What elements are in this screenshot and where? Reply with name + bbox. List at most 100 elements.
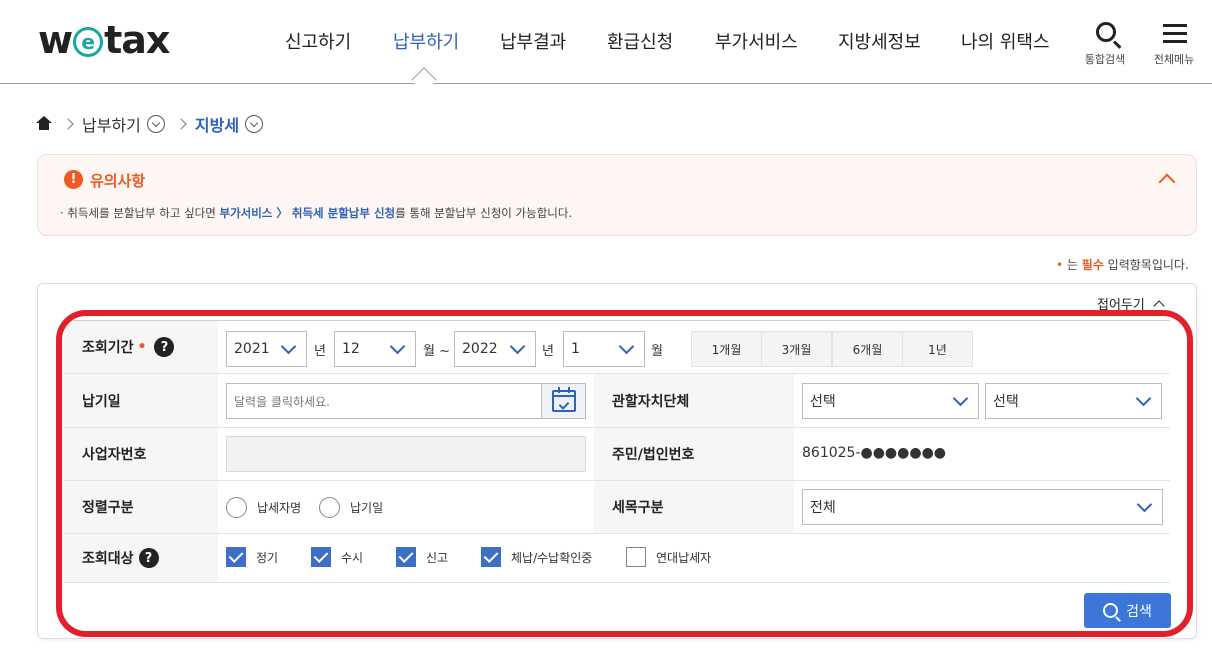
target-report-checkbox[interactable]: 신고 bbox=[396, 547, 448, 567]
breadcrumb-level1[interactable]: 납부하기 bbox=[82, 112, 141, 136]
sort-taxpayer-radio[interactable]: 납세자명 bbox=[226, 497, 301, 518]
pay-date-placeholder: 달력을 클릭하세요. bbox=[234, 394, 330, 409]
home-icon[interactable] bbox=[36, 116, 52, 132]
logo-suffix: tax bbox=[104, 18, 170, 62]
chevron-down-icon bbox=[389, 338, 406, 355]
resident-no-label-cell: 주민/법인번호 bbox=[594, 428, 794, 480]
chevron-up-icon[interactable] bbox=[1155, 167, 1179, 191]
target-arrears-checkbox[interactable]: 체납/수납확인중 bbox=[481, 547, 592, 567]
chevron-down-icon bbox=[280, 338, 297, 355]
search-icon bbox=[1096, 22, 1116, 42]
period-3-months-button[interactable]: 3개월 bbox=[761, 331, 832, 367]
notice-text-prefix: · 취득세를 분할납부 하고 싶다면 bbox=[60, 206, 220, 220]
chevron-up-icon bbox=[1153, 300, 1165, 312]
target-joint-taxpayer-checkbox[interactable]: 연대납세자 bbox=[626, 547, 711, 567]
wetax-logo[interactable]: w e tax bbox=[38, 18, 170, 62]
checkbox-unchecked bbox=[626, 547, 646, 567]
to-month-value: 1 bbox=[571, 341, 580, 357]
all-menu-label: 전체메뉴 bbox=[1153, 53, 1195, 66]
notice-title: 유의사항 bbox=[90, 172, 146, 190]
search-button[interactable]: 검색 bbox=[1084, 593, 1171, 628]
from-month-value: 12 bbox=[342, 341, 360, 357]
sort-due-date-radio[interactable]: 납기일 bbox=[319, 497, 383, 518]
checkbox-checked bbox=[311, 547, 331, 567]
chevron-down-icon bbox=[618, 338, 635, 355]
radio-circle bbox=[319, 497, 340, 518]
nav-item-local-tax-info[interactable]: 지방세정보 bbox=[838, 28, 921, 54]
sido-select[interactable]: 선택 bbox=[802, 383, 979, 419]
integrated-search-label: 통합검색 bbox=[1084, 53, 1126, 66]
pay-date-input[interactable]: 달력을 클릭하세요. bbox=[226, 383, 586, 419]
row-period: 조회기간 • ? 2021 년 12 월 ~ 2022 년 1 월 1개월 3개… bbox=[64, 321, 1170, 374]
site-header: w e tax 신고하기 납부하기 납부결과 환급신청 부가서비스 지방세정보 나의… bbox=[0, 0, 1212, 84]
from-month-select[interactable]: 12 bbox=[334, 331, 416, 367]
required-note-suffix: 입력항목입니다. bbox=[1103, 258, 1189, 272]
collapse-label: 접어두기 bbox=[1097, 298, 1145, 313]
sort-due-date-label: 납기일 bbox=[350, 501, 384, 515]
breadcrumb-level2-dropdown-icon[interactable] bbox=[245, 115, 264, 133]
chevron-right-icon bbox=[175, 118, 187, 130]
nav-item-my-wetax[interactable]: 나의 위택스 bbox=[961, 28, 1050, 54]
search-form-table: 조회기간 • ? 2021 년 12 월 ~ 2022 년 1 월 1개월 3개… bbox=[64, 320, 1170, 583]
all-menu-button[interactable]: 전체메뉴 bbox=[1144, 20, 1204, 70]
target-regular-checkbox[interactable]: 정기 bbox=[226, 547, 278, 567]
tax-item-label-cell: 세목구분 bbox=[594, 481, 794, 533]
help-icon[interactable]: ? bbox=[138, 548, 159, 568]
notice-text-suffix: 를 통해 분할납부 신청이 가능합니다. bbox=[395, 206, 573, 220]
to-year-select[interactable]: 2022 bbox=[454, 331, 536, 367]
sigungu-value: 선택 bbox=[993, 394, 1019, 410]
logo-e-mark: e bbox=[73, 27, 104, 57]
breadcrumb-current: 지방세 bbox=[194, 116, 240, 135]
sigungu-select[interactable]: 선택 bbox=[985, 383, 1162, 419]
integrated-search-button[interactable]: 통합검색 bbox=[1075, 20, 1135, 70]
nav-item-report[interactable]: 신고하기 bbox=[285, 28, 351, 54]
jurisdiction-label: 관할자치단체 bbox=[612, 393, 690, 410]
to-month-unit: 월 bbox=[651, 344, 663, 359]
period-6-months-button[interactable]: 6개월 bbox=[832, 331, 903, 367]
business-no-label: 사업자번호 bbox=[82, 447, 147, 463]
chevron-right-icon bbox=[62, 118, 74, 130]
target-arrears-label: 체납/수납확인중 bbox=[511, 550, 593, 565]
tax-item-label: 세목구분 bbox=[612, 500, 664, 516]
sort-label: 정렬구분 bbox=[82, 500, 134, 516]
logo-prefix: w bbox=[38, 18, 73, 62]
from-year-select[interactable]: 2021 bbox=[226, 331, 307, 367]
nav-item-refund[interactable]: 환급신청 bbox=[607, 28, 673, 54]
help-icon[interactable]: ? bbox=[154, 337, 175, 357]
chevron-down-icon bbox=[509, 338, 526, 355]
chevron-down-icon bbox=[952, 390, 969, 407]
hamburger-icon bbox=[1163, 24, 1187, 43]
to-year-unit: 년 bbox=[542, 344, 554, 359]
nav-item-payment-result[interactable]: 납부결과 bbox=[500, 28, 566, 54]
month-unit-tilde: 월 ~ bbox=[423, 344, 450, 359]
breadcrumb-level1-dropdown-icon[interactable] bbox=[146, 115, 165, 133]
period-label-cell: 조회기간 • ? bbox=[64, 321, 218, 373]
calendar-icon bbox=[552, 390, 576, 412]
business-no-label-cell: 사업자번호 bbox=[64, 428, 218, 480]
nav-item-extra-services[interactable]: 부가서비스 bbox=[715, 28, 798, 54]
resident-no-value: 861025-●●●●●●● bbox=[802, 445, 947, 461]
period-label: 조회기간 bbox=[82, 340, 134, 356]
breadcrumb: 납부하기 지방세 bbox=[36, 112, 264, 136]
from-year-value: 2021 bbox=[234, 341, 270, 357]
period-1-year-button[interactable]: 1년 bbox=[902, 331, 973, 367]
target-label: 조회대상 bbox=[82, 551, 134, 567]
year-unit: 년 bbox=[314, 344, 326, 359]
row-sort: 정렬구분 납세자명 납기일 세목구분 전체 bbox=[64, 481, 1170, 534]
required-note-prefix: 는 bbox=[1063, 258, 1082, 272]
nav-item-payment[interactable]: 납부하기 bbox=[393, 28, 459, 54]
calendar-button[interactable] bbox=[541, 384, 585, 418]
target-occasional-checkbox[interactable]: 수시 bbox=[311, 547, 363, 567]
pay-date-label: 납기일 bbox=[82, 393, 121, 410]
checkbox-checked bbox=[396, 547, 416, 567]
period-1-month-button[interactable]: 1개월 bbox=[691, 331, 762, 367]
to-month-select[interactable]: 1 bbox=[563, 331, 645, 367]
checkbox-checked bbox=[226, 547, 246, 567]
notice-link[interactable]: 부가서비스 〉 취득세 분할납부 신청 bbox=[219, 206, 395, 220]
target-joint-taxpayer-label: 연대납세자 bbox=[656, 550, 712, 565]
to-year-value: 2022 bbox=[462, 341, 498, 357]
tax-item-select[interactable]: 전체 bbox=[802, 489, 1163, 525]
target-occasional-label: 수시 bbox=[341, 550, 364, 565]
target-report-label: 신고 bbox=[426, 550, 449, 565]
collapse-button[interactable]: 접어두기 bbox=[1097, 294, 1165, 313]
